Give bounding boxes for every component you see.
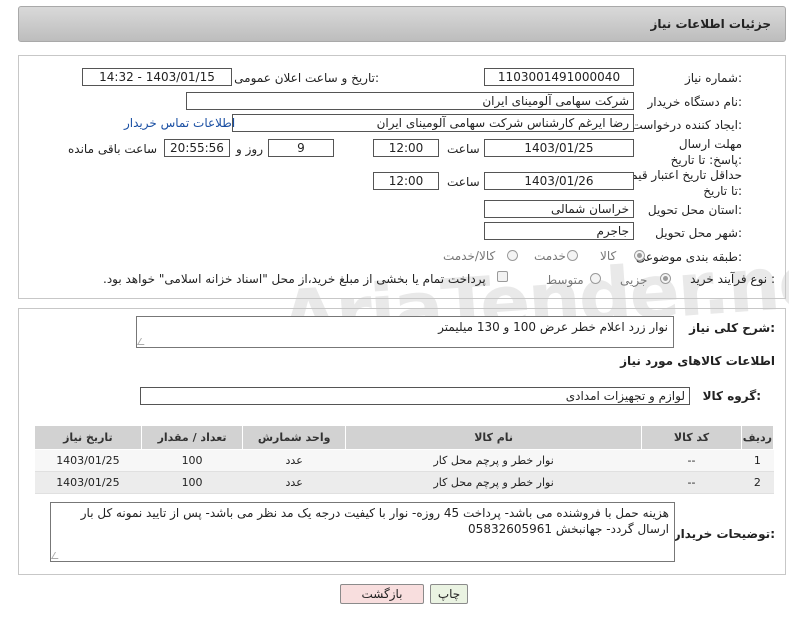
cell-index: 1 bbox=[741, 449, 774, 472]
deadline-time-label: ساعت bbox=[447, 142, 480, 156]
back-button[interactable]: بازگشت bbox=[340, 584, 424, 604]
print-button[interactable]: چاپ bbox=[430, 584, 468, 604]
creator-label: ایجاد کننده درخواست: bbox=[631, 118, 742, 132]
description-field: نوار زرد اعلام خطر عرض 100 و 130 میلیمتر bbox=[136, 316, 674, 348]
col-header-index: ردیف bbox=[740, 425, 775, 450]
buyer-notes-field: هزینه حمل با فروشنده می باشد- پرداخت 45 … bbox=[50, 502, 675, 562]
process-option-medium: متوسط bbox=[546, 273, 584, 287]
col-header-name: نام کالا bbox=[344, 425, 643, 450]
category-option-both: کالا/خدمت bbox=[443, 249, 496, 263]
goods-info-title: اطلاعات کالاهای مورد نیاز bbox=[620, 354, 775, 368]
cell-name: نوار خطر و پرچم محل کار bbox=[345, 471, 642, 494]
cell-qty: 100 bbox=[141, 471, 243, 494]
deadline-time-field: 12:00 bbox=[373, 139, 439, 157]
cell-date: 1403/01/25 bbox=[34, 471, 142, 494]
cell-name: نوار خطر و پرچم محل کار bbox=[345, 449, 642, 472]
buyer-notes-label: توضیحات خریدار: bbox=[673, 527, 775, 541]
validity-time-field: 12:00 bbox=[373, 172, 439, 190]
col-header-code: کد کالا bbox=[641, 425, 742, 450]
need-number-field: 1103001491000040 bbox=[484, 68, 634, 86]
resize-handle-icon[interactable] bbox=[50, 552, 63, 559]
buyer-contact-link[interactable]: اطلاعات تماس خریدار bbox=[124, 116, 235, 130]
category-option-goods: کالا bbox=[600, 249, 617, 263]
validity-time-label: ساعت bbox=[447, 175, 480, 189]
process-radio-minor[interactable] bbox=[660, 273, 671, 284]
goods-group-field: لوازم و تجهیزات امدادی bbox=[140, 387, 690, 405]
buyer-field: شرکت سهامی آلومینای ایران bbox=[186, 92, 634, 110]
category-label: طبقه بندی موضوعی: bbox=[635, 250, 742, 264]
treasury-payment-note: پرداخت تمام یا بخشی از مبلغ خرید،از محل … bbox=[103, 272, 486, 286]
page-header: جزئیات اطلاعات نیاز bbox=[18, 6, 786, 42]
description-text: نوار زرد اعلام خطر عرض 100 و 130 میلیمتر bbox=[438, 320, 668, 334]
process-radio-medium[interactable] bbox=[590, 273, 601, 284]
cell-qty: 100 bbox=[141, 449, 243, 472]
page-title: جزئیات اطلاعات نیاز bbox=[650, 17, 771, 31]
deadline-label: مهلت ارسال پاسخ: تا تاریخ: bbox=[670, 137, 742, 167]
validity-date-field: 1403/01/26 bbox=[484, 172, 634, 190]
goods-group-label: گروه کالا: bbox=[702, 389, 761, 403]
buyer-notes-text: هزینه حمل با فروشنده می باشد- پرداخت 45 … bbox=[80, 506, 669, 536]
treasury-payment-checkbox[interactable] bbox=[497, 271, 508, 282]
cell-code: -- bbox=[641, 471, 742, 494]
announce-field: 1403/01/15 - 14:32 bbox=[82, 68, 232, 86]
creator-field: رضا ایرغم کارشناس شرکت سهامی آلومینای ای… bbox=[232, 114, 634, 132]
province-label: استان محل تحویل: bbox=[647, 203, 742, 217]
process-label: نوع فرآیند خرید : bbox=[690, 272, 775, 286]
col-header-unit: واحد شمارش bbox=[242, 425, 346, 450]
cell-unit: عدد bbox=[242, 449, 346, 472]
category-radio-service[interactable] bbox=[567, 250, 578, 261]
province-field: خراسان شمالی bbox=[484, 200, 634, 218]
deadline-date-field: 1403/01/25 bbox=[484, 139, 634, 157]
process-option-minor: جزیی bbox=[620, 273, 648, 287]
resize-handle-icon[interactable] bbox=[136, 338, 149, 345]
days-field: 9 bbox=[268, 139, 334, 157]
remaining-time-field: 20:55:56 bbox=[164, 139, 230, 157]
buyer-label: نام دستگاه خریدار: bbox=[647, 95, 743, 109]
cell-date: 1403/01/25 bbox=[34, 449, 142, 472]
announce-label: تاریخ و ساعت اعلان عمومی: bbox=[234, 71, 379, 85]
category-radio-both[interactable] bbox=[507, 250, 518, 261]
col-header-date: تاریخ نیاز bbox=[34, 425, 142, 450]
category-radio-goods[interactable] bbox=[634, 250, 645, 261]
city-field: جاجرم bbox=[484, 222, 634, 240]
city-label: شهر محل تحویل: bbox=[655, 226, 742, 240]
description-label: شرح کلی نیاز: bbox=[689, 321, 775, 335]
goods-table: ردیف کد کالا نام کالا واحد شمارش تعداد /… bbox=[34, 425, 775, 494]
cell-code: -- bbox=[641, 449, 742, 472]
cell-unit: عدد bbox=[242, 471, 346, 494]
remaining-label: ساعت باقی مانده bbox=[68, 142, 158, 156]
cell-index: 2 bbox=[741, 471, 774, 494]
need-number-label: شماره نیاز: bbox=[684, 71, 742, 85]
table-row: 2 -- نوار خطر و پرچم محل کار عدد 100 140… bbox=[34, 471, 774, 494]
col-header-qty: تعداد / مقدار bbox=[140, 425, 244, 450]
days-label: روز و bbox=[236, 142, 263, 156]
category-option-service: خدمت bbox=[534, 249, 566, 263]
table-row: 1 -- نوار خطر و پرچم محل کار عدد 100 140… bbox=[34, 449, 774, 472]
